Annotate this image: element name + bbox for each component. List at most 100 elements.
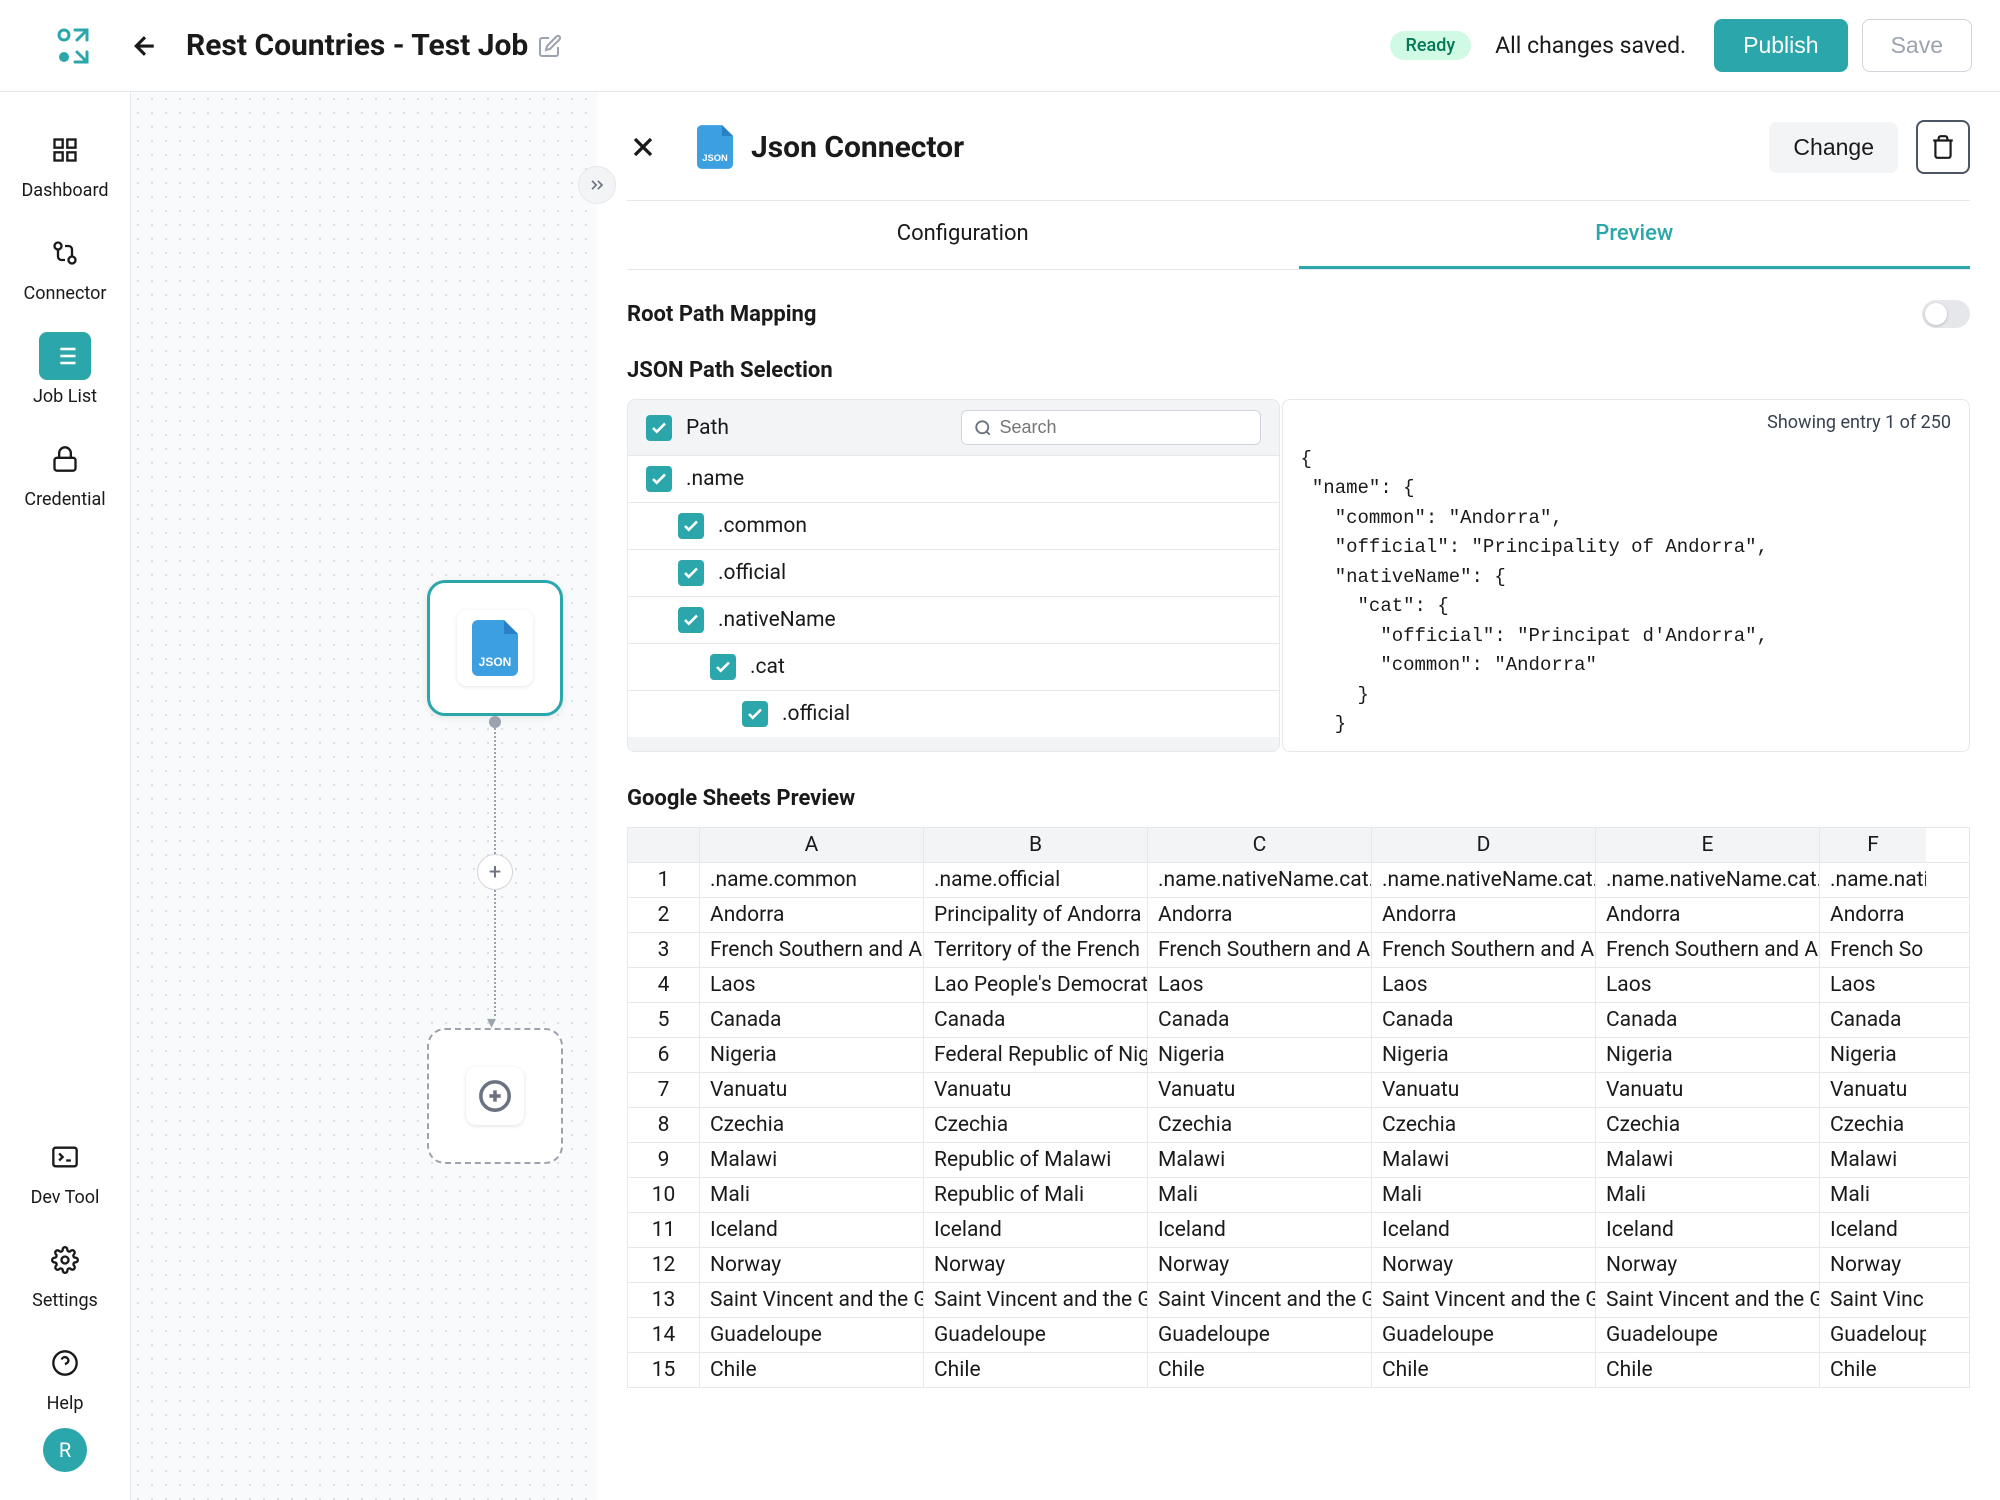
cell[interactable]: 8 [628,1108,700,1142]
cell[interactable]: Guadeloupe [1596,1318,1820,1352]
cell[interactable]: Andorra [1596,898,1820,932]
cell[interactable]: Nigeria [1148,1038,1372,1072]
cell[interactable]: Vanuatu [700,1073,924,1107]
checkbox[interactable] [678,513,704,539]
cell[interactable]: Malawi [1372,1143,1596,1177]
cell[interactable]: Lao People's Democrat [924,968,1148,1002]
path-row[interactable]: .official [628,549,1279,596]
cell[interactable]: Czechia [1148,1108,1372,1142]
cell[interactable]: Malawi [700,1143,924,1177]
tab-configuration[interactable]: Configuration [627,201,1299,269]
cell[interactable]: Laos [1820,968,1926,1002]
sidebar-item-help[interactable]: Help [0,1325,130,1428]
checkbox[interactable] [678,560,704,586]
edit-icon[interactable] [538,34,562,58]
cell[interactable]: Iceland [1372,1213,1596,1247]
cell[interactable]: Guadeloupe [1372,1318,1596,1352]
cell[interactable]: Vanuatu [924,1073,1148,1107]
search-input[interactable] [1000,417,1248,438]
cell[interactable]: Mali [1372,1178,1596,1212]
checkbox[interactable] [742,701,768,727]
cell[interactable]: Mali [1596,1178,1820,1212]
cell[interactable]: Canada [1148,1003,1372,1037]
cell[interactable]: Norway [1820,1248,1926,1282]
cell[interactable]: 3 [628,933,700,967]
cell[interactable]: Nigeria [1596,1038,1820,1072]
sidebar-item-credential[interactable]: Credential [0,421,130,524]
cell[interactable]: Andorra [700,898,924,932]
sidebar-item-dashboard[interactable]: Dashboard [0,112,130,215]
cell[interactable]: Iceland [1820,1213,1926,1247]
cell[interactable]: Canada [700,1003,924,1037]
add-node-inline-button[interactable]: + [477,854,513,890]
cell[interactable]: Territory of the French [924,933,1148,967]
checkbox[interactable] [710,654,736,680]
cell[interactable]: Republic of Malawi [924,1143,1148,1177]
sidebar-item-joblist[interactable]: Job List [0,318,130,421]
cell[interactable]: 2 [628,898,700,932]
avatar[interactable]: R [43,1428,87,1472]
cell[interactable]: Saint Vincent and the G [1596,1283,1820,1317]
cell[interactable]: Federal Republic of Nig [924,1038,1148,1072]
publish-button[interactable]: Publish [1714,19,1847,72]
cell[interactable]: 12 [628,1248,700,1282]
cell[interactable]: Norway [1372,1248,1596,1282]
path-row[interactable]: .cat [628,643,1279,690]
cell[interactable]: Guadeloupe [700,1318,924,1352]
cell[interactable]: B [924,828,1148,862]
cell[interactable]: Guadeloupe [924,1318,1148,1352]
cell[interactable]: Saint Vinc [1820,1283,1926,1317]
cell[interactable]: 14 [628,1318,700,1352]
cell[interactable]: Laos [700,968,924,1002]
cell[interactable]: .name.common [700,863,924,897]
close-icon[interactable] [627,131,659,163]
cell[interactable]: Mali [1820,1178,1926,1212]
cell[interactable]: French Southern and A [1372,933,1596,967]
cell[interactable]: Chile [1372,1353,1596,1387]
cell[interactable]: Chile [1148,1353,1372,1387]
path-row[interactable]: .name [628,455,1279,502]
cell[interactable]: Guadeloup [1820,1318,1926,1352]
cell[interactable]: Saint Vincent and the G [700,1283,924,1317]
cell[interactable]: 7 [628,1073,700,1107]
cell[interactable]: Canada [924,1003,1148,1037]
cell[interactable]: Guadeloupe [1148,1318,1372,1352]
cell[interactable]: Andorra [1148,898,1372,932]
search-box[interactable] [961,410,1261,445]
cell[interactable]: Malawi [1148,1143,1372,1177]
cell[interactable]: Norway [924,1248,1148,1282]
path-row[interactable]: .nativeName [628,596,1279,643]
add-node-placeholder[interactable] [427,1028,563,1164]
cell[interactable]: Nigeria [1820,1038,1926,1072]
cell[interactable]: Mali [700,1178,924,1212]
sidebar-item-connector[interactable]: Connector [0,215,130,318]
cell[interactable]: Chile [700,1353,924,1387]
cell[interactable]: .name.nativeName.cat. [1596,863,1820,897]
path-row[interactable]: .common [628,502,1279,549]
checkbox[interactable] [678,607,704,633]
checkbox[interactable] [646,415,672,441]
cell[interactable]: .name.nativeName.cat. [1148,863,1372,897]
cell[interactable]: Nigeria [1372,1038,1596,1072]
cell[interactable]: Chile [1820,1353,1926,1387]
change-button[interactable]: Change [1769,122,1898,173]
cell[interactable]: Iceland [700,1213,924,1247]
cell[interactable]: Saint Vincent and the G [1372,1283,1596,1317]
workflow-canvas[interactable]: JSON + ▾ [131,92,597,1500]
cell[interactable]: .name.nati [1820,863,1926,897]
cell[interactable]: Andorra [1820,898,1926,932]
cell[interactable]: Laos [1372,968,1596,1002]
cell[interactable]: Chile [924,1353,1148,1387]
tab-preview[interactable]: Preview [1299,201,1971,269]
root-path-toggle[interactable] [1922,300,1970,328]
checkbox[interactable] [646,466,672,492]
sidebar-item-devtool[interactable]: Dev Tool [0,1119,130,1222]
cell[interactable]: Norway [700,1248,924,1282]
cell[interactable]: Norway [1148,1248,1372,1282]
cell[interactable]: Czechia [1372,1108,1596,1142]
cell[interactable]: Vanuatu [1596,1073,1820,1107]
cell[interactable]: Nigeria [700,1038,924,1072]
cell[interactable]: Chile [1596,1353,1820,1387]
cell[interactable]: 6 [628,1038,700,1072]
cell[interactable]: Vanuatu [1372,1073,1596,1107]
